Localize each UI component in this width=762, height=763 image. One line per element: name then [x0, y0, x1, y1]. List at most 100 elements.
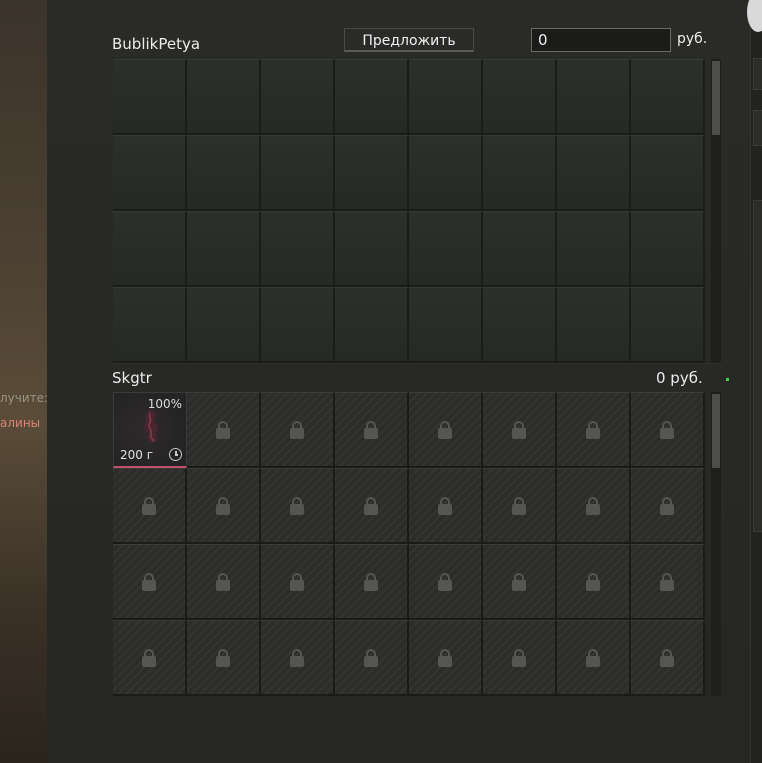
lock-icon	[142, 496, 156, 515]
partner-grid-scrollbar[interactable]	[711, 59, 721, 363]
partner-slot[interactable]	[483, 135, 557, 211]
locked-slot	[261, 544, 335, 620]
lock-icon	[438, 420, 452, 439]
lock-icon	[512, 420, 526, 439]
locked-slot	[335, 620, 409, 696]
lock-icon	[216, 496, 230, 515]
partner-slot[interactable]	[335, 135, 409, 211]
partner-slot[interactable]	[335, 211, 409, 287]
locked-slot	[187, 620, 261, 696]
lock-icon	[216, 420, 230, 439]
partner-slot[interactable]	[187, 287, 261, 363]
lock-icon	[216, 648, 230, 667]
lock-icon	[438, 572, 452, 591]
partner-slot[interactable]	[113, 135, 187, 211]
locked-slot	[483, 392, 557, 468]
side-panel-edge	[753, 200, 762, 532]
lock-icon	[586, 648, 600, 667]
locked-slot	[187, 468, 261, 544]
partner-slot[interactable]	[409, 211, 483, 287]
item-thumbnail-icon	[144, 409, 159, 443]
lock-icon	[660, 648, 674, 667]
locked-slot	[113, 544, 187, 620]
lock-icon	[660, 572, 674, 591]
lock-icon	[660, 496, 674, 515]
partner-slot[interactable]	[261, 59, 335, 135]
side-tab[interactable]	[753, 110, 762, 146]
lock-icon	[364, 496, 378, 515]
partner-slot[interactable]	[483, 59, 557, 135]
lock-icon	[216, 572, 230, 591]
partner-slot[interactable]	[113, 287, 187, 363]
partner-slot[interactable]	[113, 211, 187, 287]
offered-item-slot[interactable]: 100% 200 г	[113, 392, 187, 468]
locked-slot	[631, 544, 705, 620]
partner-slot[interactable]	[187, 211, 261, 287]
timer-icon	[169, 448, 182, 461]
partner-slot[interactable]	[335, 59, 409, 135]
partner-slot[interactable]	[631, 59, 705, 135]
money-offer-input[interactable]	[531, 28, 671, 52]
locked-slot	[409, 620, 483, 696]
locked-slot	[261, 468, 335, 544]
lock-icon	[438, 496, 452, 515]
locked-slot	[113, 468, 187, 544]
lock-icon	[660, 420, 674, 439]
lock-icon	[512, 572, 526, 591]
section-divider	[113, 363, 721, 364]
status-indicator	[726, 378, 729, 381]
lock-icon	[142, 572, 156, 591]
partner-slot[interactable]	[631, 287, 705, 363]
partner-slot[interactable]	[409, 135, 483, 211]
receive-item-label: алины	[0, 416, 41, 430]
partner-slot[interactable]	[631, 211, 705, 287]
locked-slot	[483, 620, 557, 696]
locked-slot	[483, 468, 557, 544]
partner-slot[interactable]	[557, 287, 631, 363]
scrollbar-thumb[interactable]	[712, 394, 720, 468]
locked-slot	[557, 392, 631, 468]
partner-slot[interactable]	[335, 287, 409, 363]
locked-slot	[557, 544, 631, 620]
locked-slot	[409, 468, 483, 544]
partner-slot[interactable]	[631, 135, 705, 211]
lock-icon	[586, 420, 600, 439]
side-tab[interactable]	[753, 58, 762, 90]
partner-slot[interactable]	[187, 135, 261, 211]
partner-slot[interactable]	[113, 59, 187, 135]
lock-icon	[438, 648, 452, 667]
lock-icon	[290, 420, 304, 439]
round-knob	[747, 0, 762, 32]
partner-slot[interactable]	[483, 211, 557, 287]
partner-slot[interactable]	[557, 211, 631, 287]
locked-slot	[187, 544, 261, 620]
player-grid-scrollbar[interactable]	[711, 392, 721, 696]
locked-slot	[187, 392, 261, 468]
partner-slot[interactable]	[409, 287, 483, 363]
locked-slot	[631, 468, 705, 544]
locked-slot	[261, 620, 335, 696]
partner-slot[interactable]	[187, 59, 261, 135]
partner-slot[interactable]	[261, 135, 335, 211]
lock-icon	[512, 648, 526, 667]
lock-icon	[142, 648, 156, 667]
locked-slot	[335, 544, 409, 620]
partner-slot[interactable]	[409, 59, 483, 135]
offer-button[interactable]: Предложить	[344, 28, 474, 52]
partner-slot[interactable]	[557, 59, 631, 135]
lock-icon	[290, 648, 304, 667]
lock-icon	[290, 496, 304, 515]
lock-icon	[512, 496, 526, 515]
player-name: Skgtr	[112, 369, 152, 387]
scrollbar-thumb[interactable]	[712, 61, 720, 135]
player-money-total: 0 руб.	[656, 369, 703, 387]
partner-slot[interactable]	[483, 287, 557, 363]
locked-slot	[113, 620, 187, 696]
partner-slot[interactable]	[261, 211, 335, 287]
lock-icon	[364, 572, 378, 591]
partner-slot[interactable]	[557, 135, 631, 211]
receive-label: лучите:	[0, 391, 49, 405]
partner-slot[interactable]	[261, 287, 335, 363]
item-durability: 100%	[147, 397, 182, 411]
lock-icon	[364, 420, 378, 439]
